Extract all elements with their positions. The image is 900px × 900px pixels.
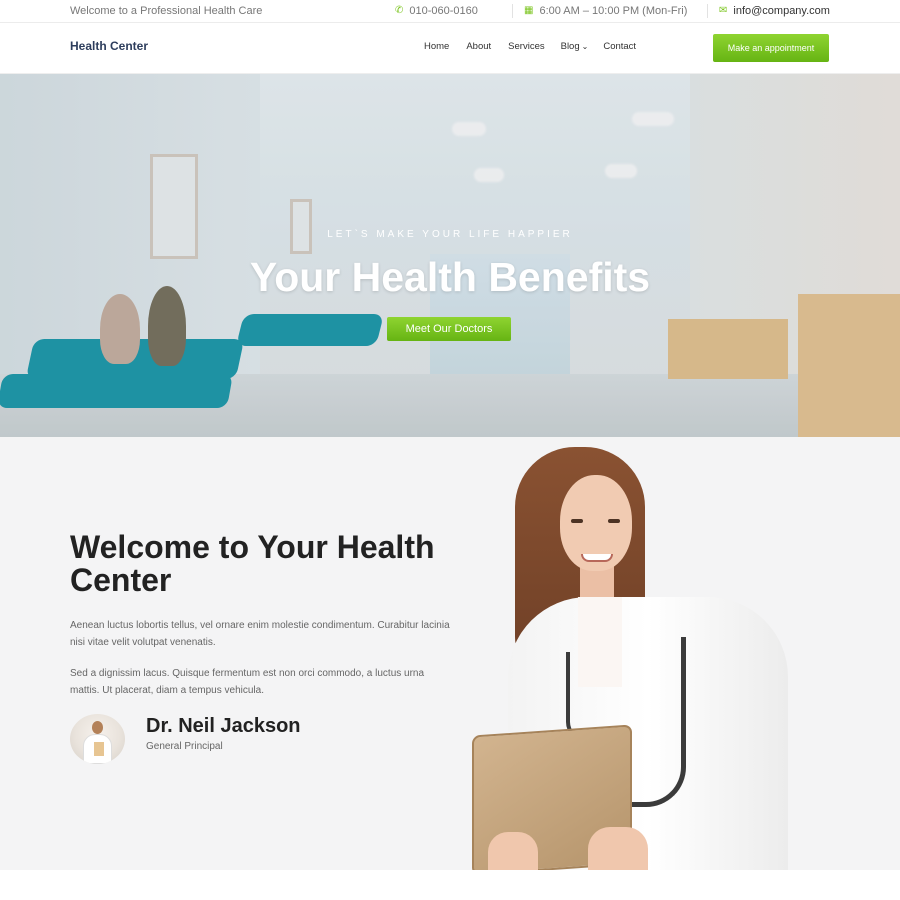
main-menu: Home About Services Blog ⌄ Contact <box>424 41 636 52</box>
nav-item-blog[interactable]: Blog ⌄ <box>561 41 589 52</box>
doctor-hand <box>488 832 538 870</box>
avatar-head <box>92 721 103 734</box>
phone-info[interactable]: ✆ 010-060-0160 <box>395 5 478 17</box>
doctor-hand <box>588 827 648 870</box>
doctor-name: Dr. Neil Jackson <box>146 715 301 737</box>
doctor-eye <box>608 519 620 523</box>
heading-line-1: Welcome to Your Health <box>70 529 435 565</box>
site-logo[interactable]: Health Center <box>70 39 148 53</box>
meet-doctors-button[interactable]: Meet Our Doctors <box>387 317 511 341</box>
heading-line-2: Center <box>70 562 172 598</box>
intro-paragraph-2: Sed a dignissim lacus. Quisque fermentum… <box>70 668 425 696</box>
hours-info: ▦ 6:00 AM – 10:00 PM (Mon-Fri) <box>524 5 687 17</box>
nav-item-services[interactable]: Services <box>508 41 544 52</box>
main-navbar: Health Center Home About Services Blog ⌄ … <box>0 23 900 74</box>
page-bottom-band <box>0 870 900 900</box>
nav-item-about[interactable]: About <box>466 41 491 52</box>
doctor-smile <box>581 554 613 562</box>
make-appointment-button[interactable]: Make an appointment <box>713 34 829 62</box>
doctor-eye <box>571 519 583 523</box>
phone-number[interactable]: 010-060-0160 <box>409 5 478 17</box>
nav-item-home[interactable]: Home <box>424 41 449 52</box>
hero-banner: LET`S MAKE YOUR LIFE HAPPIER Your Health… <box>0 74 900 437</box>
hero-title: Your Health Benefits <box>249 254 651 300</box>
nav-item-contact[interactable]: Contact <box>603 41 636 52</box>
nav-item-blog-label: Blog <box>560 41 580 52</box>
email-address[interactable]: info@company.com <box>733 5 830 17</box>
doctor-avatar <box>70 714 125 764</box>
phone-icon: ✆ <box>395 5 404 16</box>
top-info-bar: Welcome to a Professional Health Care ✆ … <box>0 0 900 23</box>
doctor-role: General Principal <box>146 741 223 752</box>
email-info[interactable]: ✉ info@company.com <box>719 5 830 17</box>
section-heading: Welcome to Your Health Center <box>70 531 470 597</box>
welcome-text: Welcome to a Professional Health Care <box>70 5 263 17</box>
opening-hours: 6:00 AM – 10:00 PM (Mon-Fri) <box>539 5 688 17</box>
chevron-down-icon: ⌄ <box>581 42 589 51</box>
mail-icon: ✉ <box>719 5 728 16</box>
intro-paragraph: Aenean luctus lobortis tellus, vel ornar… <box>70 620 450 648</box>
doctor-photo <box>468 447 788 876</box>
hero-kicker: LET`S MAKE YOUR LIFE HAPPIER <box>327 229 573 240</box>
divider <box>707 4 708 18</box>
divider <box>512 4 513 18</box>
avatar-clipboard <box>94 742 104 756</box>
calendar-icon: ▦ <box>524 5 534 16</box>
